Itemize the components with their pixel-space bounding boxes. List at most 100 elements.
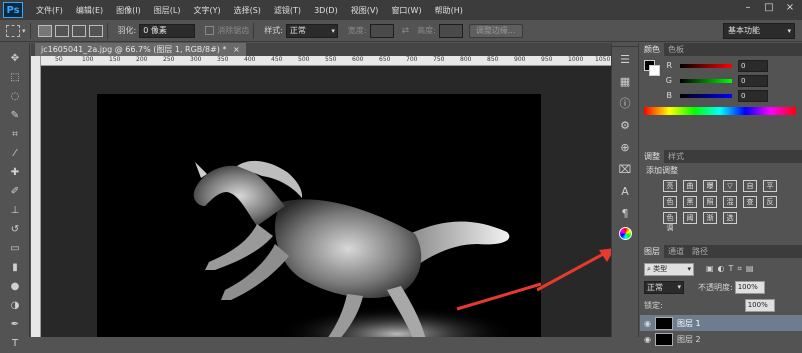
style-select[interactable]: 正常 ▾: [285, 23, 338, 38]
vibrance-icon[interactable]: ▽: [723, 180, 737, 192]
new-selection-icon[interactable]: [37, 24, 52, 37]
ruler-number: 900: [514, 56, 526, 63]
menu-window[interactable]: 窗口(W): [391, 5, 421, 16]
info-panel-icon[interactable]: ⓘ: [615, 95, 635, 113]
canvas-area[interactable]: [41, 66, 611, 337]
pen-tool-icon[interactable]: ✒: [4, 316, 26, 334]
width-input[interactable]: [369, 23, 394, 38]
actions-panel-icon[interactable]: ▦: [615, 73, 635, 91]
red-slider[interactable]: [680, 63, 732, 68]
clone-source-panel-icon[interactable]: ⊕: [615, 139, 635, 157]
quick-select-tool-icon[interactable]: ✎: [4, 107, 26, 125]
history-panel-icon[interactable]: ☰: [615, 51, 635, 69]
tool-presets-panel-icon[interactable]: ⌧: [615, 161, 635, 179]
menu-3d[interactable]: 3D(D): [314, 6, 338, 15]
blend-mode-select[interactable]: 正常 ▾: [644, 280, 684, 294]
crop-tool-icon[interactable]: ⌗: [4, 126, 26, 144]
lasso-tool-icon[interactable]: ◌: [4, 88, 26, 106]
visibility-eye-icon[interactable]: ◉: [644, 335, 651, 344]
properties-panel-icon[interactable]: ⚙: [615, 117, 635, 135]
layer-row-selected[interactable]: ◉ 图层 1: [640, 315, 802, 331]
ruler-number: 450: [271, 56, 283, 63]
layer-filter-icons[interactable]: ▣◐T⌗▤: [706, 264, 758, 274]
menu-layer[interactable]: 图层(L): [154, 5, 181, 16]
close-tab-icon[interactable]: ×: [233, 45, 240, 54]
curves-icon[interactable]: 曲: [683, 180, 697, 192]
menu-file[interactable]: 文件(F): [36, 5, 63, 16]
maximize-icon[interactable]: □: [762, 2, 776, 14]
brightness-contrast-icon[interactable]: 亮: [663, 180, 677, 192]
antialias-checkbox[interactable]: [205, 26, 215, 35]
feather-input[interactable]: 0 像素: [139, 23, 196, 38]
invert-icon[interactable]: 反: [763, 196, 777, 208]
dodge-tool-icon[interactable]: ◑: [4, 297, 26, 315]
menu-edit[interactable]: 编辑(E): [76, 5, 103, 16]
channel-mixer-icon[interactable]: 混: [723, 196, 737, 208]
color-wheel-icon[interactable]: [615, 227, 635, 245]
menu-select[interactable]: 选择(S): [234, 5, 261, 16]
panel-dock: ☰ ▦ ⓘ ⚙ ⊕ ⌧ A ¶: [611, 43, 639, 337]
subtract-selection-icon[interactable]: [71, 24, 86, 37]
menu-filter[interactable]: 滤镜(T): [274, 5, 301, 16]
minimize-icon[interactable]: –: [741, 2, 755, 14]
height-input[interactable]: [438, 23, 463, 38]
document-tab[interactable]: jc1605041_2a.jpg @ 66.7% (图层 1, RGB/8#) …: [35, 43, 246, 56]
tab-paths[interactable]: 路径: [688, 245, 712, 258]
threshold-icon[interactable]: 阈: [683, 212, 697, 224]
eyedropper-tool-icon[interactable]: ⁄: [4, 145, 26, 163]
hue-saturation-icon[interactable]: 自: [743, 180, 757, 192]
red-value[interactable]: 0: [738, 59, 768, 72]
close-window-icon[interactable]: ×: [783, 2, 797, 14]
menu-help[interactable]: 帮助(H): [435, 5, 463, 16]
green-value[interactable]: 0: [738, 74, 768, 87]
selective-adjust-icon[interactable]: 选: [723, 212, 737, 224]
selective-color-icon[interactable]: 色: [663, 196, 677, 208]
tab-swatches[interactable]: 色板: [664, 43, 688, 56]
tab-channels[interactable]: 通道: [664, 245, 688, 258]
green-slider[interactable]: [680, 78, 732, 83]
character-panel-icon[interactable]: A: [615, 183, 635, 201]
tab-color[interactable]: 颜色: [640, 43, 664, 56]
exposure-icon[interactable]: 曝: [703, 180, 717, 192]
type-tool-icon[interactable]: T: [4, 335, 26, 353]
tab-styles[interactable]: 样式: [664, 150, 688, 163]
layer-row[interactable]: ◉ 图层 2: [640, 331, 802, 347]
fill-input[interactable]: 100%: [744, 298, 775, 312]
paragraph-panel-icon[interactable]: ¶: [615, 205, 635, 223]
tab-layers[interactable]: 图层: [640, 245, 664, 258]
menu-type[interactable]: 文字(Y): [193, 5, 220, 16]
refine-edge-button[interactable]: 调整边缘...: [468, 23, 523, 38]
workspace-select[interactable]: 基本功能 ▾: [723, 23, 795, 39]
blue-slider[interactable]: [680, 93, 732, 98]
photo-filter-icon[interactable]: 照: [703, 196, 717, 208]
move-tool-icon[interactable]: ✥: [4, 50, 26, 68]
healing-brush-tool-icon[interactable]: ✚: [4, 164, 26, 182]
tab-adjustments[interactable]: 调整: [640, 150, 664, 163]
blend-mode-value: 正常: [647, 282, 663, 292]
marquee-tool-icon[interactable]: [6, 24, 20, 37]
blue-value[interactable]: 0: [738, 89, 768, 102]
brush-tool-icon[interactable]: ✐: [4, 183, 26, 201]
marquee-tool-icon[interactable]: ⬚: [4, 69, 26, 87]
gradient-tool-icon[interactable]: ▮: [4, 259, 26, 277]
opacity-input[interactable]: 100%: [734, 280, 765, 294]
color-lookup-icon[interactable]: 查: [743, 196, 757, 208]
posterize-icon[interactable]: 色调: [663, 212, 677, 232]
add-selection-icon[interactable]: [54, 24, 69, 37]
gradient-map-icon[interactable]: 渐: [703, 212, 717, 224]
chevron-down-icon[interactable]: ▾: [22, 27, 26, 35]
clone-stamp-tool-icon[interactable]: ⊥: [4, 202, 26, 220]
blur-tool-icon[interactable]: ●: [4, 278, 26, 296]
color-balance-icon[interactable]: 平: [763, 180, 777, 192]
filter-kind-select[interactable]: ⌕ 类型 ▾: [644, 262, 694, 276]
menu-view[interactable]: 视图(V): [351, 5, 379, 16]
color-spectrum[interactable]: [644, 107, 796, 115]
swap-icon[interactable]: ⇄: [402, 26, 410, 36]
menu-image[interactable]: 图像(I): [116, 5, 141, 16]
document-image[interactable]: [97, 94, 542, 337]
visibility-eye-icon[interactable]: ◉: [644, 319, 651, 328]
eraser-tool-icon[interactable]: ▭: [4, 240, 26, 258]
intersect-selection-icon[interactable]: [88, 24, 103, 37]
history-brush-tool-icon[interactable]: ↺: [4, 221, 26, 239]
black-white-icon[interactable]: 黑: [683, 196, 697, 208]
